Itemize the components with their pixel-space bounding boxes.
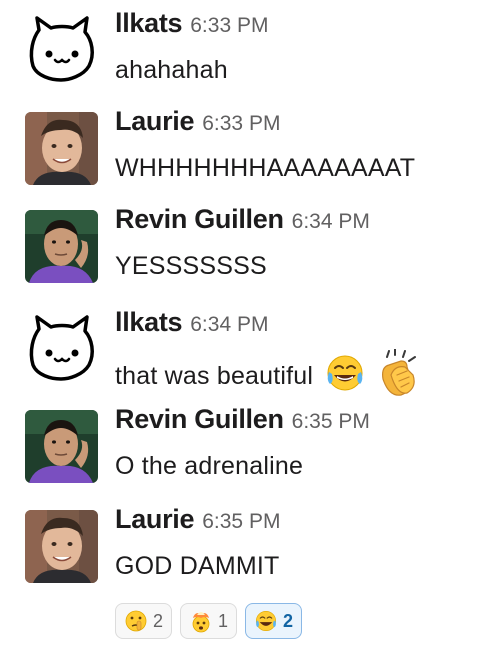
- timestamp[interactable]: 6:34 PM: [190, 313, 268, 336]
- reaction-bar: 2 1 2: [115, 603, 303, 639]
- message-header: Revin Guillen 6:35 PM: [115, 404, 370, 435]
- reaction-joy[interactable]: 2: [245, 603, 303, 639]
- photo-avatar-laurie[interactable]: [25, 112, 98, 185]
- photo-avatar-revin[interactable]: [25, 410, 98, 483]
- message-text: GOD DAMMIT: [115, 552, 280, 580]
- reaction-shushing-face[interactable]: 2: [115, 603, 173, 639]
- clap-emoji: [377, 348, 421, 404]
- timestamp[interactable]: 6:35 PM: [202, 510, 280, 533]
- message-text: WHHHHHHHAAAAAAAAT: [115, 154, 416, 182]
- timestamp[interactable]: 6:33 PM: [202, 112, 280, 135]
- cat-avatar[interactable]: [25, 313, 98, 386]
- joy-emoji: [324, 352, 366, 401]
- author-name[interactable]: Laurie: [115, 504, 195, 534]
- photo-avatar-revin[interactable]: [25, 210, 98, 283]
- exploding-head-emoji: [189, 609, 213, 633]
- message-feed: llkats 6:33 PM ahahahah Laurie 6:33 PM WHH…: [0, 0, 504, 660]
- timestamp[interactable]: 6:34 PM: [292, 210, 370, 233]
- message-text: that was beautiful: [115, 362, 314, 390]
- photo-avatar-laurie[interactable]: [25, 510, 98, 583]
- cat-avatar[interactable]: [25, 14, 98, 87]
- reaction-count: 2: [283, 610, 294, 631]
- message-header: Laurie 6:33 PM: [115, 106, 280, 137]
- message-text-row: that was beautiful: [115, 348, 421, 404]
- author-name[interactable]: Revin Guillen: [115, 204, 284, 234]
- message-text: YESSSSSSS: [115, 252, 267, 280]
- author-name[interactable]: llkats: [115, 8, 183, 38]
- joy-emoji: [254, 609, 278, 633]
- timestamp[interactable]: 6:35 PM: [292, 410, 370, 433]
- message-header: Laurie 6:35 PM: [115, 504, 280, 535]
- reaction-count: 2: [153, 610, 164, 631]
- message-header: llkats 6:33 PM: [115, 8, 268, 39]
- author-name[interactable]: Revin Guillen: [115, 404, 284, 434]
- message-text: O the adrenaline: [115, 452, 304, 480]
- reaction-exploding-head[interactable]: 1: [180, 603, 238, 639]
- shushing-face-emoji: [124, 609, 148, 633]
- reaction-count: 1: [218, 610, 229, 631]
- message-text: ahahahah: [115, 56, 228, 84]
- message-header: llkats 6:34 PM: [115, 307, 268, 338]
- timestamp[interactable]: 6:33 PM: [190, 14, 268, 37]
- message-header: Revin Guillen 6:34 PM: [115, 204, 370, 235]
- author-name[interactable]: Laurie: [115, 106, 195, 136]
- author-name[interactable]: llkats: [115, 307, 183, 337]
